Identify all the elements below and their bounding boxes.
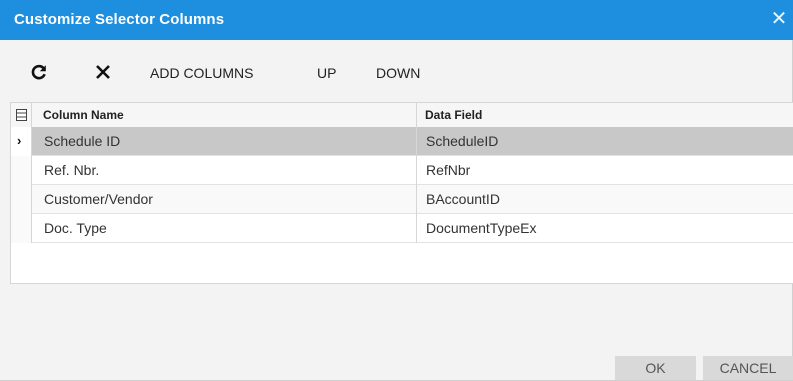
cell-separator [416, 127, 417, 156]
row-selector[interactable] [11, 185, 32, 214]
cell-column-name[interactable]: Doc. Type [44, 214, 107, 243]
dialog-titlebar: Customize Selector Columns ✕ [0, 0, 793, 40]
cell-column-name[interactable]: Schedule ID [44, 127, 120, 156]
close-icon[interactable]: ✕ [769, 8, 789, 30]
customize-selector-columns-dialog: Customize Selector Columns ✕ ADD COLUMNS… [0, 0, 793, 381]
down-button[interactable]: DOWN [376, 55, 420, 91]
cell-separator [416, 185, 417, 214]
grid-header: Column Name Data Field [11, 103, 793, 128]
columns-grid: Column Name Data Field › Schedule ID Sch… [10, 102, 793, 284]
cell-separator [416, 214, 417, 243]
header-data-field[interactable]: Data Field [425, 103, 482, 127]
refresh-icon [31, 64, 46, 80]
table-row[interactable]: › Schedule ID ScheduleID [11, 127, 793, 156]
header-separator [416, 103, 417, 127]
cell-data-field[interactable]: BAccountID [426, 185, 500, 214]
cancel-button[interactable]: CANCEL [703, 356, 793, 380]
ok-button[interactable]: OK [615, 356, 696, 380]
cell-separator [416, 156, 417, 185]
column-chooser-icon[interactable] [11, 103, 32, 127]
cell-column-name[interactable]: Ref. Nbr. [44, 156, 99, 185]
table-row[interactable]: Doc. Type DocumentTypeEx [11, 214, 793, 243]
cell-data-field[interactable]: ScheduleID [426, 127, 498, 156]
add-columns-button[interactable]: ADD COLUMNS [150, 55, 253, 91]
delete-button[interactable] [91, 55, 115, 91]
cell-data-field[interactable]: DocumentTypeEx [426, 214, 537, 243]
toolbar: ADD COLUMNS UP DOWN [0, 55, 793, 91]
table-row[interactable]: Customer/Vendor BAccountID [11, 185, 793, 214]
row-selector[interactable] [11, 214, 32, 243]
delete-x-icon [96, 65, 110, 79]
refresh-button[interactable] [27, 55, 51, 91]
cell-column-name[interactable]: Customer/Vendor [44, 185, 153, 214]
row-selector[interactable] [11, 156, 32, 185]
cell-data-field[interactable]: RefNbr [426, 156, 470, 185]
header-column-name[interactable]: Column Name [43, 103, 124, 127]
table-row[interactable]: Ref. Nbr. RefNbr [11, 156, 793, 185]
up-button[interactable]: UP [317, 55, 336, 91]
row-selector[interactable]: › [11, 127, 32, 156]
dialog-title: Customize Selector Columns [14, 11, 225, 28]
chevron-right-icon: › [17, 133, 22, 148]
